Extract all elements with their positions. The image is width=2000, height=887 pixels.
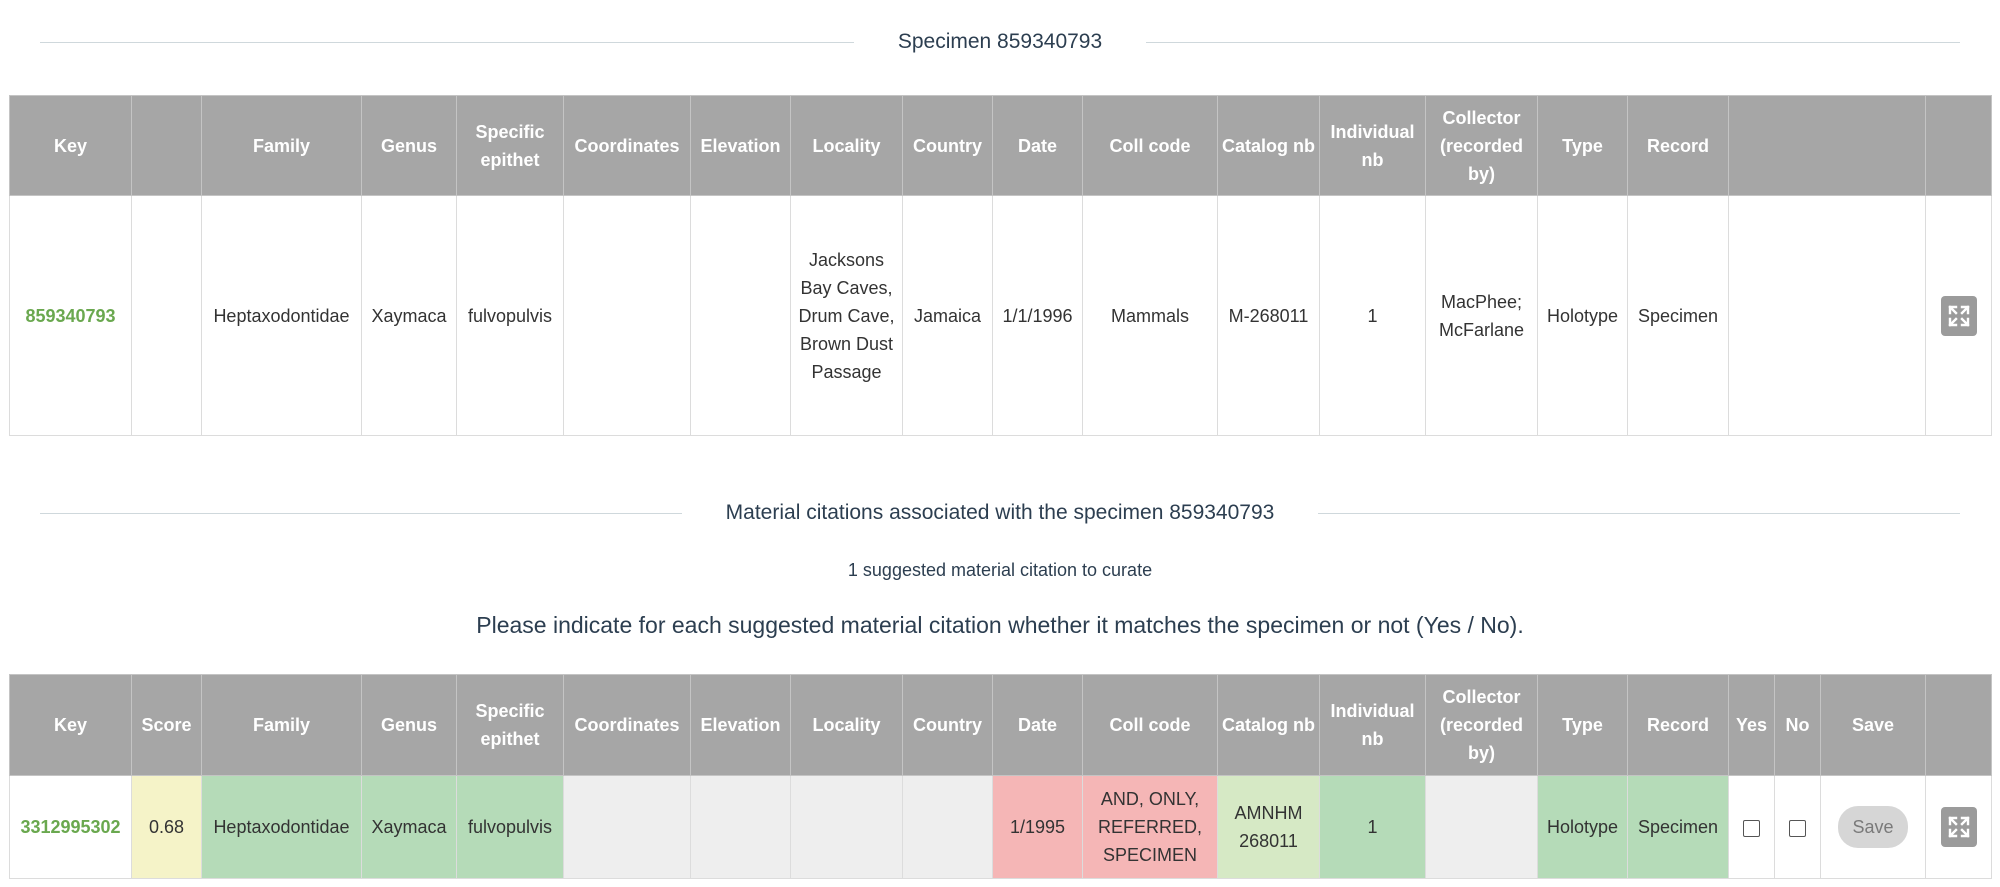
col-save: Save — [1820, 674, 1926, 776]
genus-cell: Xaymaca — [361, 775, 457, 879]
elevation-cell — [690, 195, 791, 436]
citations-header-row: Key Score Family Genus Specific epithet … — [9, 674, 1992, 776]
locality-cell — [790, 775, 903, 879]
col-yes: Yes — [1728, 674, 1775, 776]
instruction-text: Please indicate for each suggested mater… — [476, 612, 1524, 638]
divider-line — [40, 512, 682, 514]
col-coordinates[interactable]: Coordinates — [563, 674, 691, 776]
save-cell: Save — [1820, 775, 1926, 879]
expand-arrows-icon — [1947, 816, 1970, 838]
coll-code-cell: AND, ONLY, REFERRED, SPECIMEN — [1082, 775, 1218, 879]
country-cell — [902, 775, 993, 879]
col-extra — [1728, 95, 1926, 196]
col-date[interactable]: Date — [992, 95, 1083, 196]
col-coll-code[interactable]: Coll code — [1082, 674, 1218, 776]
locality-cell: Jacksons Bay Caves, Drum Cave, Brown Dus… — [790, 195, 903, 436]
date-cell: 1/1/1996 — [992, 195, 1083, 436]
expand-button[interactable] — [1940, 295, 1977, 336]
col-locality[interactable]: Locality — [790, 674, 903, 776]
expand-cell — [1925, 195, 1992, 436]
col-specific-epithet[interactable]: Specific epithet — [456, 674, 564, 776]
specific-epithet-cell: fulvopulvis — [456, 775, 564, 879]
col-type[interactable]: Type — [1537, 95, 1628, 196]
save-button[interactable]: Save — [1838, 806, 1908, 848]
coordinates-cell — [563, 775, 691, 879]
col-expand — [1925, 674, 1992, 776]
citations-title: Material citations associated with the s… — [725, 501, 1275, 524]
col-individual-nb[interactable]: Individual nb — [1319, 674, 1426, 776]
specimen-section-title: Specimen 859340793 — [40, 30, 1960, 54]
col-elevation[interactable]: Elevation — [690, 95, 791, 196]
type-cell: Holotype — [1537, 195, 1628, 436]
no-checkbox[interactable] — [1789, 819, 1806, 837]
expand-button[interactable] — [1940, 807, 1977, 847]
table-row: 859340793 Heptaxodontidae Xaymaca fulvop… — [9, 195, 1992, 436]
col-specific-epithet[interactable]: Specific epithet — [456, 95, 564, 196]
col-record[interactable]: Record — [1627, 674, 1729, 776]
col-locality[interactable]: Locality — [790, 95, 903, 196]
divider-line — [1146, 41, 1960, 43]
score-cell — [131, 195, 202, 436]
col-key[interactable]: Key — [9, 95, 132, 196]
col-genus[interactable]: Genus — [361, 95, 457, 196]
col-type[interactable]: Type — [1537, 674, 1628, 776]
citations-table: Key Score Family Genus Specific epithet … — [9, 674, 1992, 879]
catalog-nb-cell: AMNHM 268011 — [1217, 775, 1320, 879]
col-catalog-nb[interactable]: Catalog nb — [1217, 95, 1320, 196]
coordinates-cell — [563, 195, 691, 436]
specimen-title: Specimen 859340793 — [897, 30, 1103, 53]
col-elevation[interactable]: Elevation — [690, 674, 791, 776]
col-coll-code[interactable]: Coll code — [1082, 95, 1218, 196]
extra-cell — [1728, 195, 1926, 436]
expand-cell — [1925, 775, 1992, 879]
col-record[interactable]: Record — [1627, 95, 1729, 196]
citations-section-title: Material citations associated with the s… — [40, 501, 1960, 525]
record-cell: Specimen — [1627, 775, 1729, 879]
score-cell: 0.68 — [131, 775, 202, 879]
country-cell: Jamaica — [902, 195, 993, 436]
col-coordinates[interactable]: Coordinates — [563, 95, 691, 196]
individual-nb-cell: 1 — [1319, 195, 1426, 436]
elevation-cell — [690, 775, 791, 879]
genus-cell: Xaymaca — [361, 195, 457, 436]
record-cell: Specimen — [1627, 195, 1729, 436]
col-collector[interactable]: Collector (recorded by) — [1425, 95, 1538, 196]
catalog-nb-cell: M-268011 — [1217, 195, 1320, 436]
col-catalog-nb[interactable]: Catalog nb — [1217, 674, 1320, 776]
type-cell: Holotype — [1537, 775, 1628, 879]
col-individual-nb[interactable]: Individual nb — [1319, 95, 1426, 196]
col-score[interactable]: Score — [131, 674, 202, 776]
col-expand — [1925, 95, 1992, 196]
collector-cell — [1425, 775, 1538, 879]
specific-epithet-cell: fulvopulvis — [456, 195, 564, 436]
collector-cell: MacPhee; McFarlane — [1425, 195, 1538, 436]
col-country[interactable]: Country — [902, 674, 993, 776]
date-cell: 1/1995 — [992, 775, 1083, 879]
col-family[interactable]: Family — [201, 95, 362, 196]
citation-key-link[interactable]: 3312995302 — [9, 775, 132, 879]
col-genus[interactable]: Genus — [361, 674, 457, 776]
suggested-count: 1 suggested material citation to curate — [847, 560, 1153, 580]
col-country[interactable]: Country — [902, 95, 993, 196]
expand-arrows-icon — [1947, 304, 1970, 327]
no-cell — [1774, 775, 1821, 879]
col-family[interactable]: Family — [201, 674, 362, 776]
col-no: No — [1774, 674, 1821, 776]
col-score — [131, 95, 202, 196]
divider-line — [40, 41, 854, 43]
family-cell: Heptaxodontidae — [201, 775, 362, 879]
col-date[interactable]: Date — [992, 674, 1083, 776]
individual-nb-cell: 1 — [1319, 775, 1426, 879]
specimen-header-row: Key Family Genus Specific epithet Coordi… — [9, 95, 1992, 196]
specimen-key-link[interactable]: 859340793 — [9, 195, 132, 436]
family-cell: Heptaxodontidae — [201, 195, 362, 436]
divider-line — [1318, 512, 1960, 514]
col-collector[interactable]: Collector (recorded by) — [1425, 674, 1538, 776]
table-row: 3312995302 0.68 Heptaxodontidae Xaymaca … — [9, 775, 1992, 879]
col-key[interactable]: Key — [9, 674, 132, 776]
coll-code-cell: Mammals — [1082, 195, 1218, 436]
yes-cell — [1728, 775, 1775, 879]
specimen-table: Key Family Genus Specific epithet Coordi… — [9, 95, 1992, 436]
yes-checkbox[interactable] — [1743, 819, 1760, 837]
